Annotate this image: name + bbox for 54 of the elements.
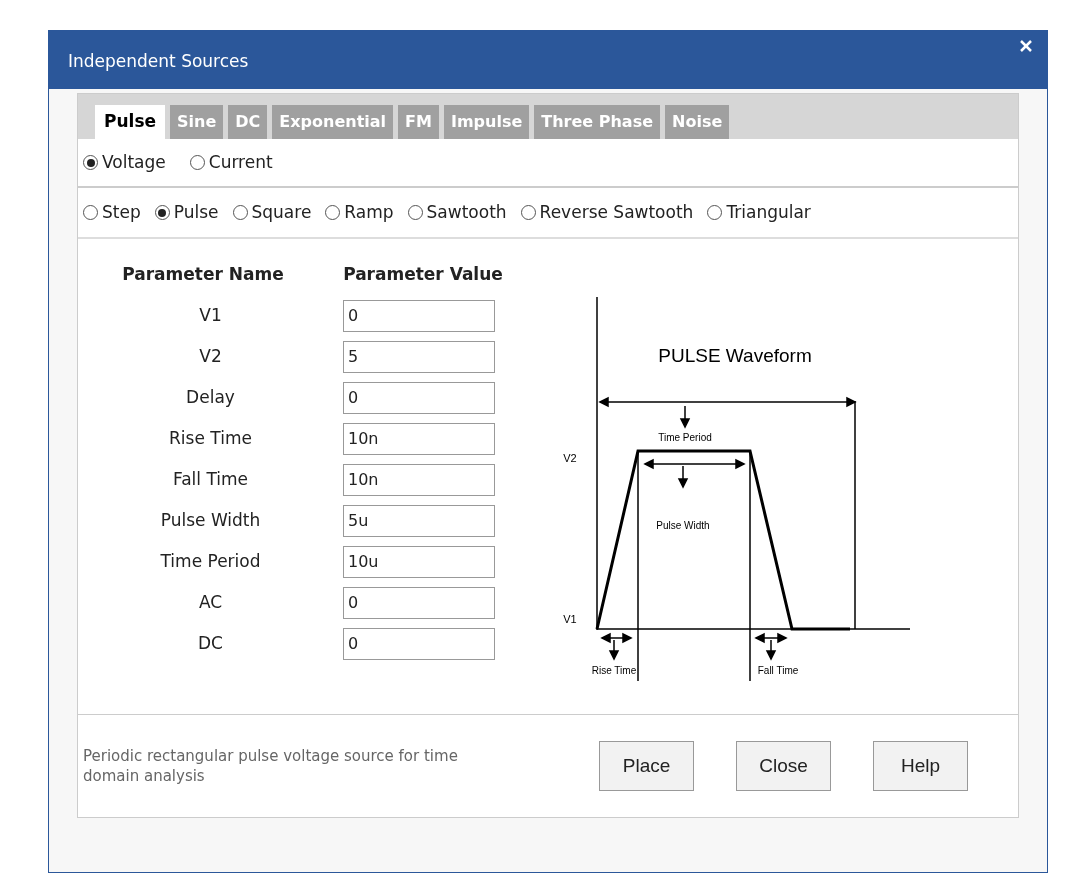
- column-header: Parameter Value: [342, 263, 504, 286]
- radio-button[interactable]: [83, 205, 98, 220]
- dialog-button[interactable]: Place: [599, 741, 694, 791]
- diagram-title: PULSE Waveform: [658, 345, 812, 366]
- radio-option[interactable]: Reverse Sawtooth: [520, 199, 694, 226]
- radio-option[interactable]: Square: [232, 199, 312, 226]
- dialog-button[interactable]: Close: [736, 741, 831, 791]
- rise-time-label: Rise Time: [591, 665, 637, 676]
- radio-option[interactable]: Current: [189, 149, 273, 176]
- fall-time-label: Fall Time: [757, 665, 799, 676]
- radio-option[interactable]: Sawtooth: [407, 199, 507, 226]
- parameter-name: AC: [197, 590, 224, 614]
- parameter-name: Rise Time: [168, 426, 253, 450]
- radio-button[interactable]: [189, 155, 205, 170]
- parameter-name: Time Period: [159, 549, 262, 573]
- radio-button[interactable]: [154, 205, 170, 220]
- window-title: Independent Sources: [68, 50, 249, 73]
- description-text: Periodic rectangular pulse voltage source for time domain analysis: [83, 746, 459, 786]
- dimension-arrow: [754, 632, 788, 661]
- radio-button[interactable]: [520, 205, 536, 220]
- parameter-input[interactable]: 10n: [343, 463, 495, 496]
- close-icon[interactable]: [1019, 39, 1033, 53]
- parameter-input[interactable]: 10n: [343, 422, 495, 455]
- parameter-name: V2: [198, 344, 223, 368]
- radio-button[interactable]: [83, 155, 98, 170]
- parameter-name: DC: [197, 631, 224, 655]
- parameter-name: Pulse Width: [159, 508, 262, 532]
- tab[interactable]: Pulse: [95, 105, 166, 139]
- pulse-width-label: Pulse Width: [656, 520, 710, 531]
- radio-option[interactable]: Ramp: [325, 199, 394, 226]
- v2-label: V2: [563, 452, 577, 464]
- radio-button[interactable]: [232, 205, 248, 220]
- radio-button[interactable]: [707, 205, 723, 220]
- parameter-name: V1: [198, 303, 223, 327]
- time-period-label: Time Period: [658, 432, 712, 443]
- parameter-name: Fall Time: [171, 467, 250, 491]
- radio-button[interactable]: [407, 205, 423, 220]
- parameter-input[interactable]: 0: [343, 586, 495, 619]
- radio-option[interactable]: Triangular: [707, 199, 811, 226]
- parameter-input[interactable]: 5u: [343, 504, 495, 537]
- parameter-input[interactable]: 0: [343, 381, 495, 414]
- column-header: Parameter Name: [121, 263, 285, 286]
- dialog-button[interactable]: Help: [873, 741, 968, 791]
- parameter-input[interactable]: 5: [343, 340, 495, 373]
- radio-option[interactable]: Pulse: [154, 199, 219, 226]
- parameter-input[interactable]: 0: [343, 627, 495, 660]
- parameter-input[interactable]: 0: [343, 299, 495, 332]
- dimension-arrow: [600, 632, 633, 661]
- v1-label: V1: [563, 613, 577, 625]
- radio-option[interactable]: Step: [83, 199, 141, 226]
- parameter-name: Delay: [185, 385, 236, 409]
- radio-option[interactable]: Voltage: [83, 149, 166, 176]
- parameter-input[interactable]: 10u: [343, 545, 495, 578]
- radio-button[interactable]: [325, 205, 341, 220]
